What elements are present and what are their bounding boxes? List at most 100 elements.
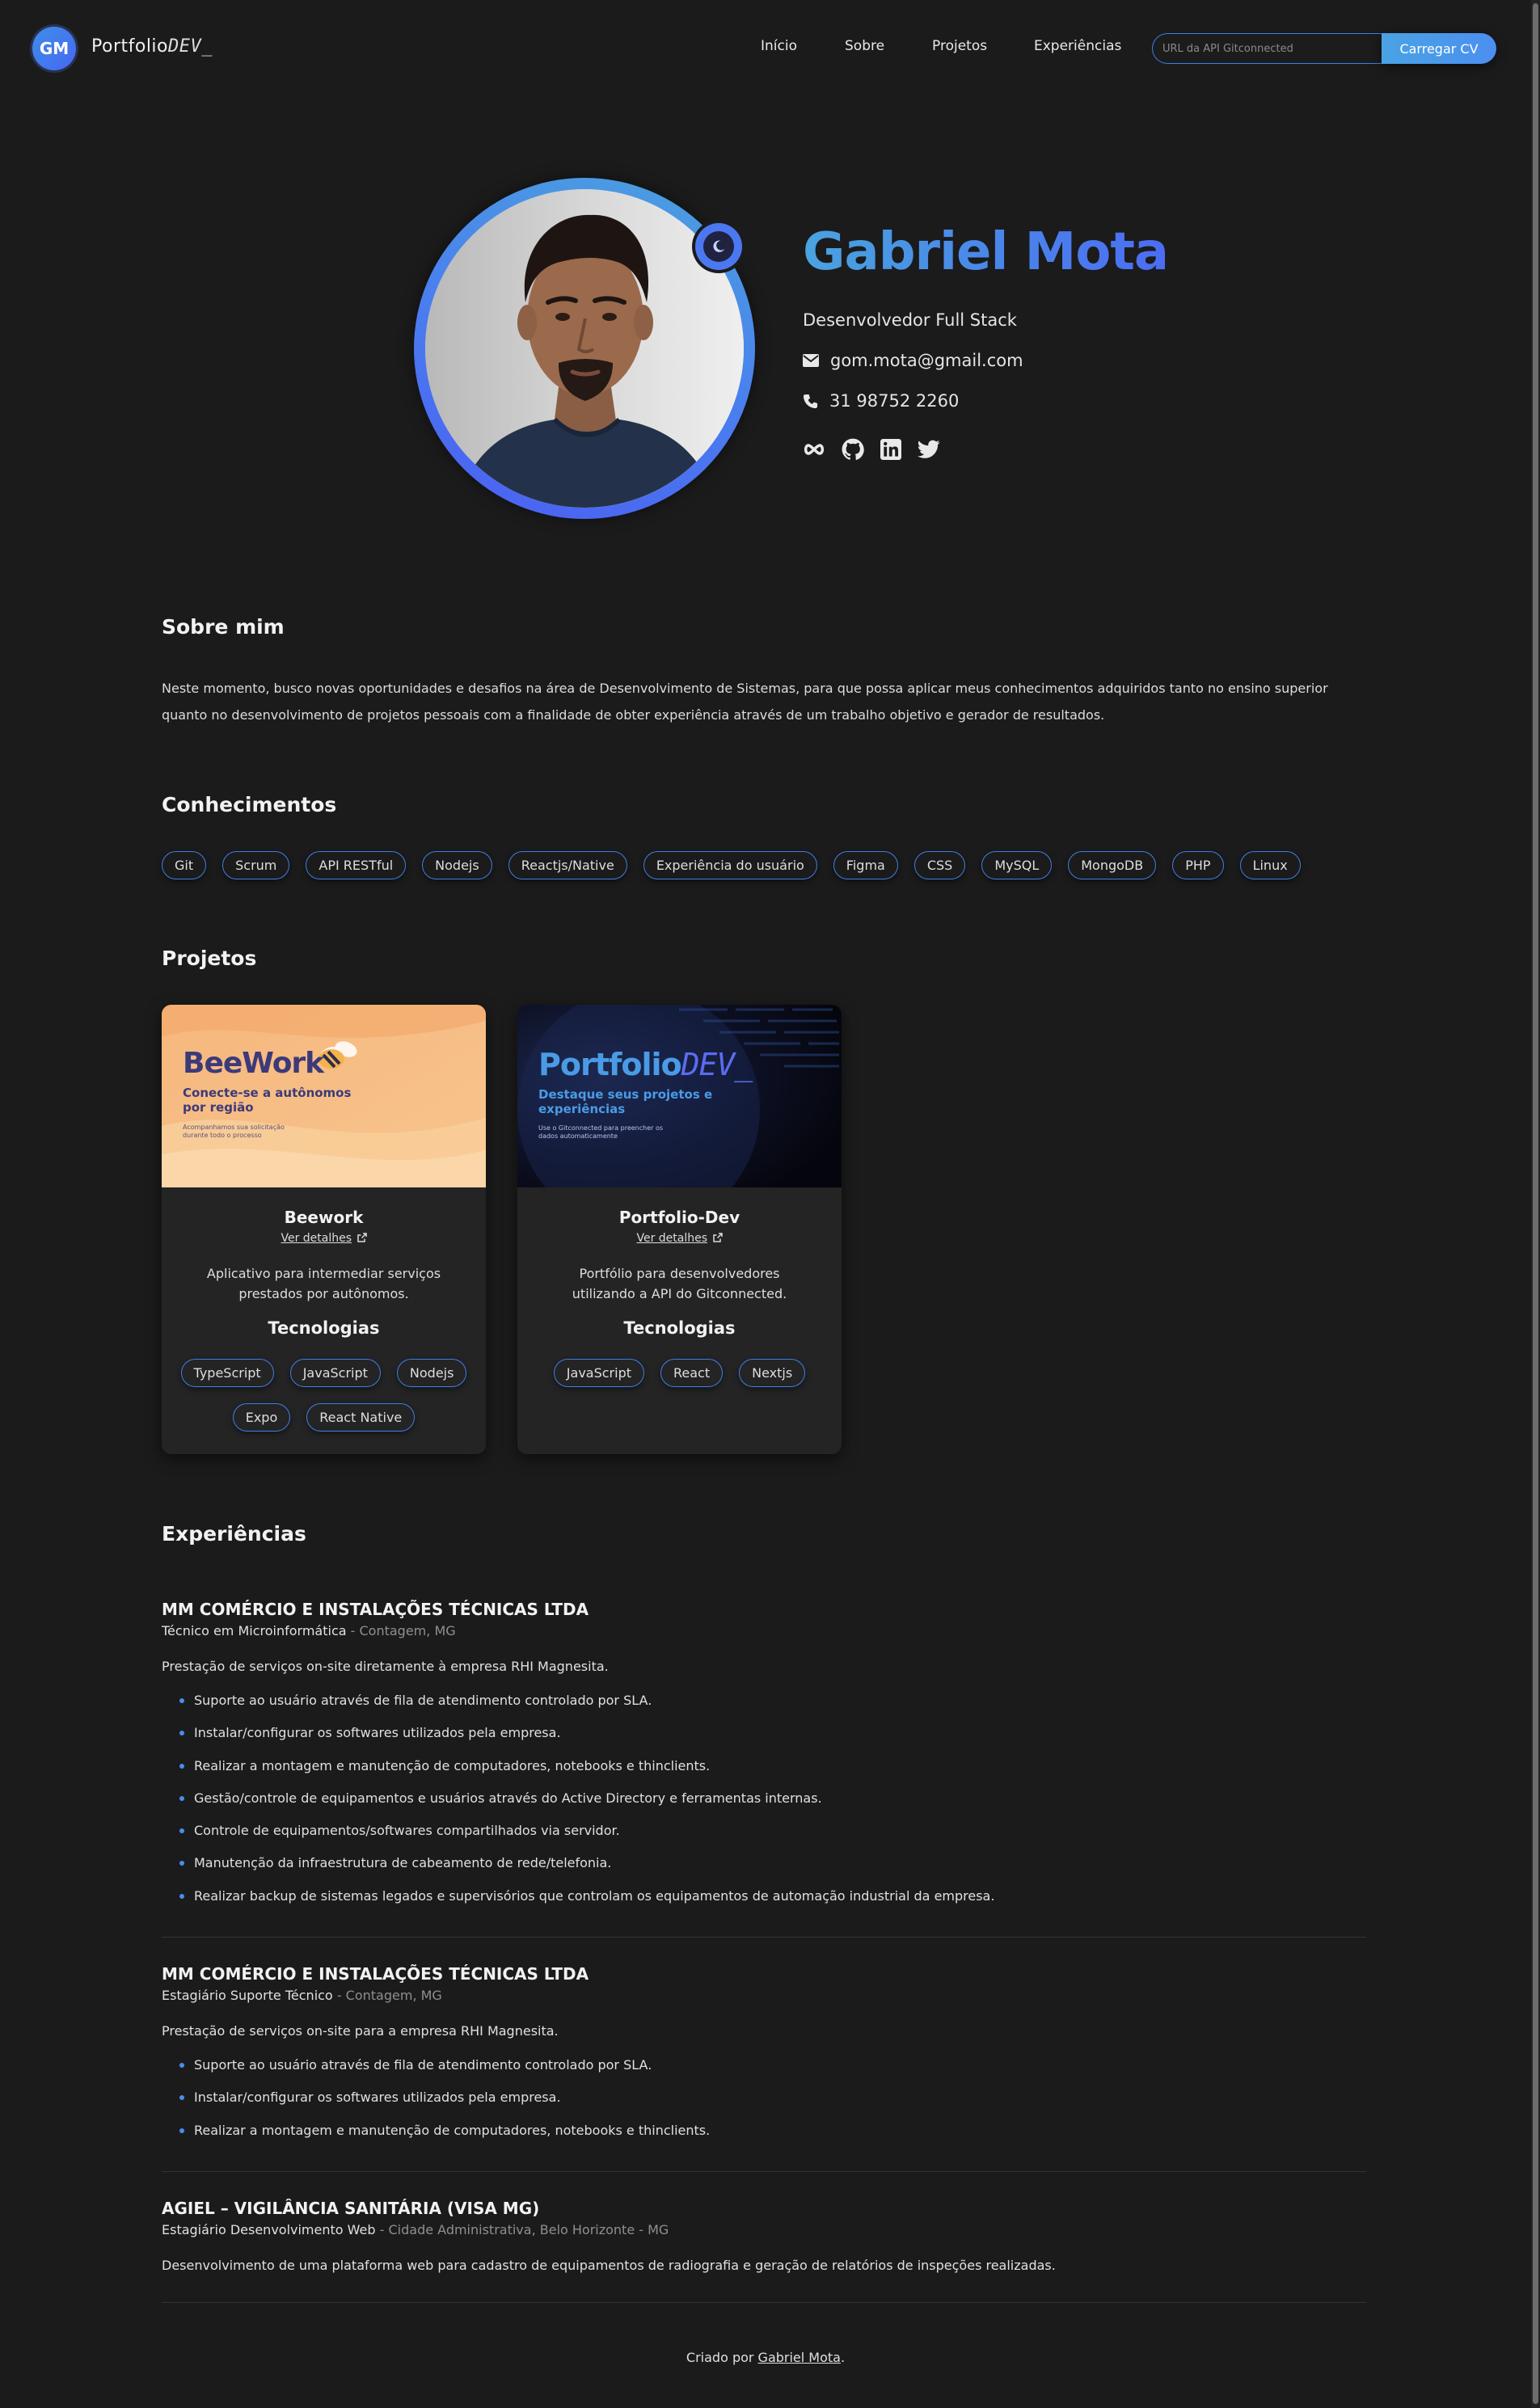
- nav-link-experiencias[interactable]: Experiências: [1034, 38, 1121, 54]
- hero-phone-text: 31 98752 2260: [829, 391, 960, 411]
- logo-text[interactable]: PortfolioDEV_: [91, 36, 213, 57]
- portfolio-thumb-headline: Destaque seus projetos e experiências: [538, 1087, 712, 1116]
- experience-description: Prestação de serviços on-site diretament…: [162, 1659, 609, 1674]
- hero-name: Gabriel Mota: [803, 222, 1169, 282]
- beework-thumb-headline: Conecte-se a autônomos por região: [183, 1086, 351, 1115]
- project-thumbnail-beework[interactable]: BeeWork Conecte-se a autônomos por regiã…: [162, 1005, 486, 1187]
- logo-avatar[interactable]: GM: [32, 27, 76, 70]
- project-details-link-text: Ver detalhes: [636, 1232, 708, 1245]
- experience-bullet-list: Suporte ao usuário através de fila de at…: [179, 1693, 994, 1921]
- skill-pill: Git: [162, 851, 207, 879]
- beework-thumb-small: Acompanhamos sua solicitação durante tod…: [183, 1124, 285, 1140]
- logo-text-main: Portfolio: [91, 36, 169, 57]
- nav-link-inicio[interactable]: Início: [761, 38, 797, 54]
- project-title: Portfolio-Dev: [618, 1208, 740, 1227]
- divider: [162, 2302, 1366, 2303]
- twitter-icon[interactable]: [918, 440, 940, 459]
- hero-email[interactable]: gom.mota@gmail.com: [803, 351, 1023, 370]
- tech-pill: React: [660, 1359, 724, 1387]
- project-card-beework: BeeWork Conecte-se a autônomos por regiã…: [162, 1005, 486, 1454]
- experience-company: MM COMÉRCIO E INSTALAÇÕES TÉCNICAS LTDA: [162, 1600, 589, 1619]
- beework-thumb-headline-1: Conecte-se a autônomos: [183, 1086, 352, 1100]
- about-text: Neste momento, busco novas oportunidades…: [162, 681, 1328, 723]
- skill-pill: Scrum: [222, 851, 290, 879]
- experience-role: Estagiário Desenvolvimento Web - Cidade …: [162, 2222, 669, 2237]
- footer-suffix: .: [840, 2350, 846, 2365]
- footer: Criado por Gabriel Mota.: [0, 2350, 1531, 2365]
- linkedin-icon[interactable]: [880, 439, 901, 460]
- logo-text-dev: DEV_: [168, 36, 213, 57]
- section-title-about: Sobre mim: [162, 615, 285, 639]
- load-cv-button[interactable]: Carregar CV: [1382, 33, 1496, 64]
- theme-toggle-button[interactable]: [695, 223, 742, 270]
- portfolio-thumb-small-1: Use o Gitconnected para preencher os: [538, 1124, 664, 1132]
- experience-bullet: Manutenção da infraestrutura de cabeamen…: [179, 1855, 994, 1887]
- nav-link-sobre[interactable]: Sobre: [845, 38, 884, 54]
- project-title: Beework: [284, 1208, 364, 1227]
- project-description: Portfólio para desenvolvedores utilizand…: [572, 1266, 787, 1301]
- project-details-link[interactable]: Ver detalhes: [162, 1232, 486, 1245]
- experience-description: Desenvolvimento de uma plataforma web pa…: [162, 2258, 1056, 2273]
- skill-pill: API RESTful: [306, 851, 407, 879]
- skill-pill: Experiência do usuário: [643, 851, 817, 879]
- skill-pill: Linux: [1239, 851, 1301, 879]
- tech-pill: Nodejs: [396, 1359, 467, 1387]
- nav-link-projetos[interactable]: Projetos: [932, 38, 987, 54]
- experience-bullet: Instalar/configurar os softwares utiliza…: [179, 2090, 710, 2122]
- footer-author-link[interactable]: Gabriel Mota: [758, 2350, 841, 2365]
- external-link-icon: [712, 1233, 723, 1242]
- portfolio-thumb-small-2: dados automaticamente: [538, 1132, 618, 1140]
- beework-thumb-brand: BeeWork: [183, 1047, 324, 1080]
- hero-phone[interactable]: 31 98752 2260: [803, 391, 959, 411]
- tech-pill: Nextjs: [739, 1359, 806, 1387]
- portfolio-thumb-small: Use o Gitconnected para preencher os dad…: [538, 1124, 663, 1141]
- skill-pill: Reactjs/Native: [508, 851, 627, 879]
- experience-description: Prestação de serviços on-site para a emp…: [162, 2023, 559, 2039]
- experience-bullet: Gestão/controle de equipamentos e usuári…: [179, 1790, 994, 1823]
- experience-bullet: Instalar/configurar os softwares utiliza…: [179, 1725, 994, 1757]
- divider: [162, 2171, 1366, 2172]
- section-title-experiences: Experiências: [162, 1522, 306, 1546]
- skill-pill: Nodejs: [422, 851, 492, 879]
- portfolio-thumb-brand: PortfolioDEV_: [538, 1047, 753, 1082]
- tech-pill: TypeScript: [180, 1359, 274, 1387]
- project-tech-list: JavaScript React Nextjs: [525, 1359, 833, 1387]
- skill-pill: Figma: [833, 851, 898, 879]
- project-details-link[interactable]: Ver detalhes: [517, 1232, 842, 1245]
- project-tech-list: TypeScript JavaScript Nodejs Expo React …: [170, 1359, 478, 1432]
- experience-bullet: Realizar a montagem e manutenção de comp…: [179, 1758, 994, 1790]
- experience-role: Técnico em Microinformática - Contagem, …: [162, 1623, 456, 1638]
- experience-bullet: Realizar a montagem e manutenção de comp…: [179, 2123, 710, 2155]
- skill-pill: PHP: [1172, 851, 1224, 879]
- project-tech-title: Tecnologias: [268, 1318, 380, 1338]
- tech-pill: React Native: [306, 1403, 416, 1432]
- experience-company: AGIEL – VIGILÂNCIA SANITÁRIA (VISA MG): [162, 2199, 540, 2218]
- experience-location: - Cidade Administrativa, Belo Horizonte …: [379, 2222, 669, 2237]
- experience-role: Estagiário Suporte Técnico - Contagem, M…: [162, 1988, 442, 2003]
- skill-pill: MongoDB: [1068, 851, 1157, 879]
- experience-role-title: Estagiário Suporte Técnico: [162, 1988, 333, 2003]
- infinity-icon[interactable]: [803, 443, 825, 456]
- moon-icon: [703, 231, 734, 262]
- external-link-icon: [357, 1233, 367, 1242]
- hero-email-text: gom.mota@gmail.com: [830, 351, 1023, 370]
- profile-photo: [425, 189, 744, 508]
- experience-bullet-list: Suporte ao usuário através de fila de at…: [179, 2057, 710, 2155]
- experience-bullet: Suporte ao usuário através de fila de at…: [179, 1693, 994, 1725]
- divider: [162, 1937, 1366, 1938]
- portfolio-thumb-brand-main: Portfolio: [538, 1047, 682, 1082]
- github-icon[interactable]: [842, 438, 864, 461]
- experience-role-title: Técnico em Microinformática: [162, 1623, 347, 1638]
- beework-thumb-headline-2: por região: [183, 1100, 254, 1115]
- project-thumbnail-portfolio-dev[interactable]: PortfolioDEV_ Destaque seus projetos e e…: [517, 1005, 842, 1187]
- project-details-link-text: Ver detalhes: [281, 1232, 352, 1245]
- project-description: Aplicativo para intermediar serviços pre…: [206, 1266, 441, 1301]
- scrollbar-thumb[interactable]: [1533, 3, 1538, 2404]
- gitconnected-url-input[interactable]: [1152, 33, 1382, 64]
- page-scrollbar[interactable]: [1531, 0, 1540, 2408]
- skill-pill: MySQL: [981, 851, 1053, 879]
- tech-pill: Expo: [232, 1403, 291, 1432]
- section-title-projects: Projetos: [162, 947, 257, 970]
- skill-pill: CSS: [913, 851, 966, 879]
- beework-thumb-small-2: durante todo o processo: [183, 1132, 262, 1139]
